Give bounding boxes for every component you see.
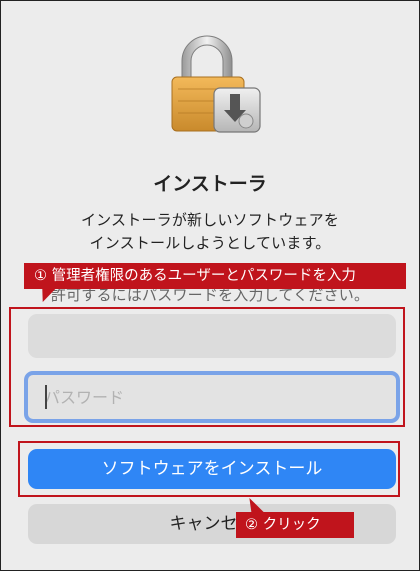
dialog-message-line1: インストーラが新しいソフトウェアを <box>80 211 340 229</box>
annotation-step1: ① 管理者権限のあるユーザーとパスワードを入力 <box>24 263 406 289</box>
username-field[interactable] <box>28 314 396 358</box>
annotation-step2: ② クリック <box>236 512 354 538</box>
install-software-button[interactable]: ソフトウェアをインストール <box>28 449 396 489</box>
installer-lock-icon <box>164 33 264 135</box>
password-field[interactable] <box>24 371 400 423</box>
dialog-message-line2: インストールしようとしています。 <box>89 234 331 252</box>
text-caret <box>45 385 47 409</box>
dialog-window: インストーラ インストーラが新しいソフトウェアを インストールしようとしています… <box>0 0 420 571</box>
dialog-title: インストーラ <box>153 173 267 195</box>
